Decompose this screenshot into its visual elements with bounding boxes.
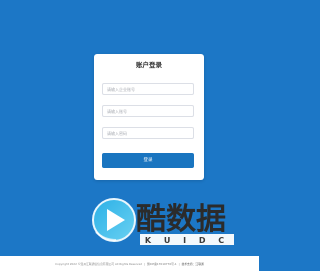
login-title: 账户登录 [136,61,162,69]
company-account-input[interactable] [102,83,194,95]
kuidc-wordmark: 酷数据 K U I D C [136,202,234,245]
footer: Copyright 2022 ©温州江联通信信息有限公司 All Rights … [0,256,259,271]
footer-separator: | [178,262,180,266]
footer-separator: | [143,262,145,266]
copyright-text: Copyright 2022 ©温州江联通信信息有限公司 All Rights … [55,262,143,266]
brand-text: 酷数据 [136,202,226,237]
tech-support-text: 技术支持：江联通 [181,262,204,266]
login-card: 账户登录 登录 [94,54,204,180]
watermark: 酷数据 K U I D C [90,196,240,248]
kuidc-logo-icon [92,198,136,242]
login-button[interactable]: 登录 [102,153,194,168]
icp-link[interactable]: 浙ICP备17010770号-1 [147,262,177,266]
account-input[interactable] [102,105,194,117]
brand-letters: K U I D C [145,236,229,245]
password-input[interactable] [102,127,194,139]
footer-line: Copyright 2022 ©温州江联通信信息有限公司 All Rights … [0,262,259,266]
